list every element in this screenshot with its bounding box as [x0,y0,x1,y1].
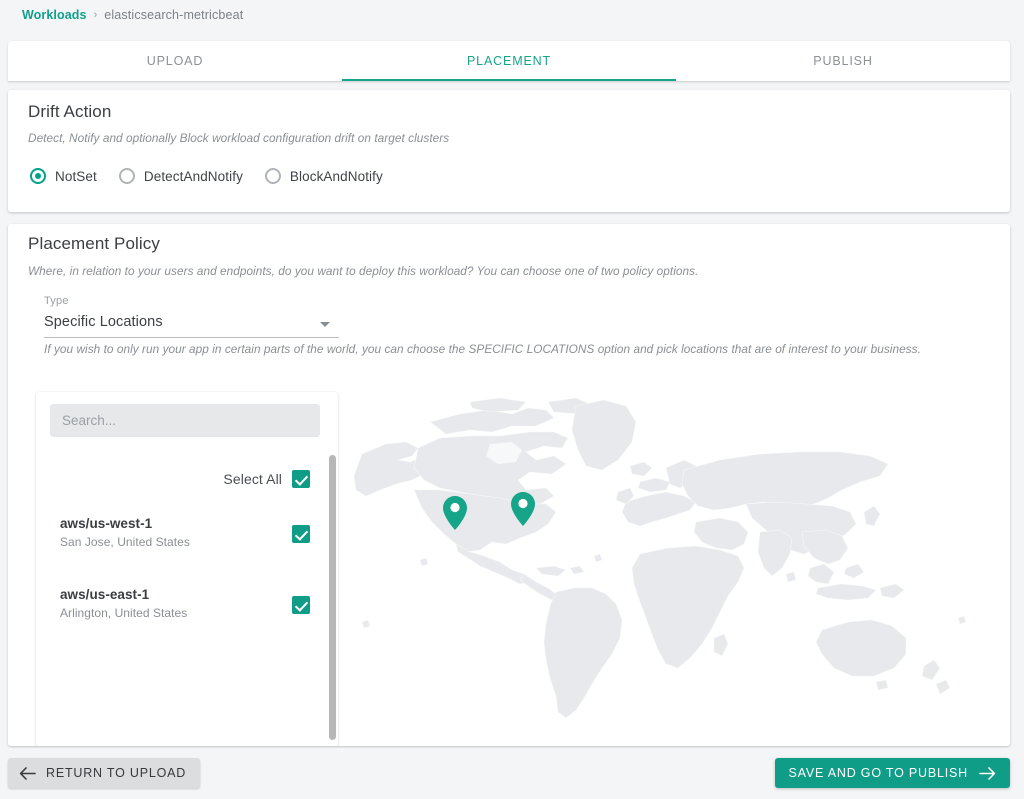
arrow-right-icon [979,766,996,780]
map-landmasses [353,397,967,719]
radio-detectandnotify-icon [118,168,135,184]
radio-detectandnotify-label: DetectAndNotify [143,168,243,184]
world-map-svg [353,397,967,719]
select-all-checkbox[interactable] [292,470,310,488]
radio-blockandnotify-icon [264,168,281,184]
select-all-row[interactable]: Select All [36,470,324,488]
breadcrumb-current: elasticsearch-metricbeat [104,8,244,22]
radio-blockandnotify-label: BlockAndNotify [289,168,383,184]
tab-publish[interactable]: PUBLISH [676,41,1010,81]
select-all-label: Select All [223,471,282,487]
save-and-publish-label: SAVE AND GO TO PUBLISH [788,766,968,780]
tab-upload[interactable]: UPLOAD [8,41,342,81]
placement-policy-title: Placement Policy [28,234,160,253]
footer-bar: RETURN TO UPLOAD SAVE AND GO TO PUBLISH [0,748,1024,799]
drift-action-card: Drift Action Detect, Notify and optional… [8,90,1010,212]
placement-policy-subtitle: Where, in relation to your users and end… [28,264,699,278]
radio-notset[interactable]: NotSet [30,168,97,184]
type-select-value: Specific Locations [44,314,163,330]
type-select[interactable]: Type Specific Locations [44,295,339,338]
drift-action-title: Drift Action [28,102,112,121]
tab-placement-label: PLACEMENT [466,54,552,68]
placement-policy-card: Placement Policy Where, in relation to y… [8,224,1010,746]
radio-blockandnotify[interactable]: BlockAndNotify [264,168,383,184]
location-checkbox[interactable] [292,525,310,543]
world-map[interactable] [340,392,1008,746]
tab-placement[interactable]: PLACEMENT [342,41,676,81]
list-item[interactable]: aws/us-east-1 Arlington, United States [36,587,324,620]
radio-notset-icon [30,168,46,184]
location-name: aws/us-east-1 [60,587,150,602]
location-checkbox[interactable] [292,596,310,614]
breadcrumb: Workloads › elasticsearch-metricbeat [22,7,243,23]
breadcrumb-separator-icon: › [93,9,98,21]
arrow-left-icon [19,766,36,780]
location-description: San Jose, United States [60,535,190,549]
return-to-upload-label: RETURN TO UPLOAD [46,766,187,780]
radio-notset-label: NotSet [55,168,97,184]
tab-upload-label: UPLOAD [146,54,204,68]
type-select-label: Type [44,295,69,307]
radio-detectandnotify[interactable]: DetectAndNotify [118,168,243,184]
locations-panel: Select All aws/us-west-1 San Jose, Unite… [36,392,338,746]
drift-action-radio-group: NotSet DetectAndNotify BlockAndNotify [30,168,405,184]
chevron-down-icon [320,322,330,327]
tab-publish-label: PUBLISH [813,54,873,68]
type-select-field[interactable]: Specific Locations [44,314,339,338]
list-item[interactable]: aws/us-west-1 San Jose, United States [36,516,324,549]
placement-policy-hint: If you wish to only run your app in cert… [44,342,921,356]
location-name: aws/us-west-1 [60,516,153,531]
tab-bar: UPLOAD PLACEMENT PUBLISH [8,41,1010,81]
breadcrumb-link-workloads[interactable]: Workloads [22,7,87,23]
return-to-upload-button[interactable]: RETURN TO UPLOAD [8,758,201,788]
save-and-publish-button[interactable]: SAVE AND GO TO PUBLISH [774,758,1010,788]
location-description: Arlington, United States [60,606,188,620]
search-input[interactable] [50,404,320,437]
locations-scrollbar[interactable] [329,455,336,740]
drift-action-subtitle: Detect, Notify and optionally Block work… [28,131,450,145]
placement-page: Workloads › elasticsearch-metricbeat UPL… [0,0,1024,799]
